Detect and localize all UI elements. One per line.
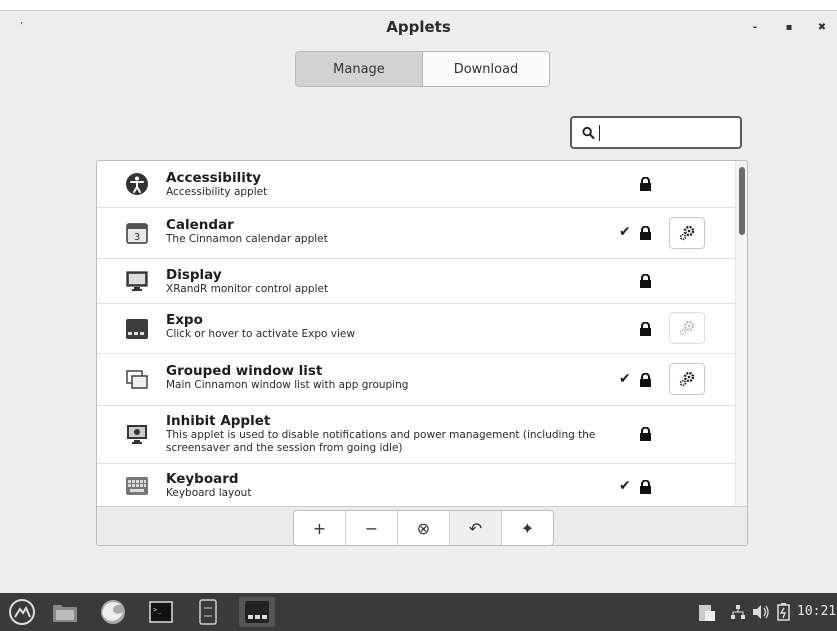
tab-manage[interactable]: Manage — [296, 52, 423, 86]
firefox-icon — [101, 600, 125, 624]
gear-icon — [679, 225, 695, 241]
applet-description: Click or hover to activate Expo view — [166, 328, 355, 340]
applet-title: Inhibit Applet — [166, 413, 271, 429]
gear-icon — [679, 320, 695, 336]
svg-text:3: 3 — [134, 232, 140, 243]
applets-window-icon — [245, 601, 269, 623]
more-button[interactable]: ✦ — [502, 511, 553, 545]
text-editor-launcher[interactable] — [193, 597, 223, 627]
applet-title: Display — [166, 267, 222, 283]
search-icon — [582, 126, 595, 139]
lock-icon — [640, 480, 651, 494]
scrollbar-thumb[interactable] — [739, 167, 745, 235]
remove-button[interactable]: − — [346, 511, 398, 545]
check-icon: ✔ — [619, 371, 631, 387]
check-icon: ✔ — [619, 224, 631, 240]
accessibility-icon — [126, 173, 148, 195]
applet-title: Expo — [166, 312, 203, 328]
clock[interactable]: 10:21 — [797, 604, 836, 619]
list-item[interactable]: Accessibility Accessibility applet — [97, 161, 735, 208]
configure-button[interactable] — [669, 217, 705, 249]
clipboard-tray[interactable] — [698, 603, 716, 621]
taskbar: >_ 10:21 — [0, 593, 837, 631]
files-launcher[interactable] — [50, 597, 80, 627]
applet-title: Accessibility — [166, 170, 262, 186]
title-bar: ’ Applets - ▪ ✖ — [0, 11, 837, 47]
applet-description: XRandR monitor control applet — [166, 283, 329, 295]
list-item[interactable]: Keyboard Keyboard layout ✔ — [97, 464, 735, 506]
files-icon — [53, 605, 77, 622]
maximize-button[interactable]: ▪ — [781, 20, 797, 36]
text-editor-icon — [199, 599, 217, 625]
calendar-icon: 3 — [126, 223, 148, 244]
applet-description: Keyboard layout — [166, 487, 252, 499]
lock-icon — [640, 322, 651, 336]
text-cursor — [599, 124, 600, 141]
battery-tray[interactable] — [777, 603, 791, 621]
svg-text:>_: >_ — [153, 606, 162, 614]
add-button[interactable]: + — [294, 511, 346, 545]
applet-title: Calendar — [166, 217, 234, 233]
clipboard-icon — [699, 605, 715, 621]
applet-description: This applet is used to disable notificat… — [166, 429, 596, 454]
display-icon — [126, 271, 148, 291]
applet-description: The Cinnamon calendar applet — [166, 233, 328, 245]
lock-icon — [640, 226, 651, 240]
terminal-icon: >_ — [149, 601, 173, 623]
configure-button[interactable] — [669, 312, 705, 344]
applet-list: Accessibility Accessibility applet 3 Cal… — [97, 161, 735, 506]
top-strip — [0, 0, 837, 11]
keyboard-icon — [126, 477, 148, 495]
applet-description: Accessibility applet — [166, 186, 268, 198]
lock-icon — [640, 274, 651, 288]
applet-title: Grouped window list — [166, 363, 323, 379]
list-item[interactable]: Expo Click or hover to activate Expo vie… — [97, 304, 735, 354]
list-toolbar: + − ⊗ ↶ ✦ — [293, 510, 554, 545]
applets-window-button[interactable] — [239, 597, 275, 627]
volume-icon — [753, 605, 769, 619]
list-item[interactable]: Display XRandR monitor control applet — [97, 259, 735, 304]
list-item[interactable]: Grouped window list Main Cinnamon window… — [97, 354, 735, 406]
applet-description: Main Cinnamon window list with app group… — [166, 379, 409, 391]
network-icon — [731, 605, 745, 619]
battery-icon — [777, 603, 790, 621]
lock-icon — [640, 427, 651, 441]
lock-icon — [640, 177, 651, 191]
applet-list-panel: Accessibility Accessibility applet 3 Cal… — [96, 160, 748, 546]
window-title: Applets — [386, 18, 451, 36]
tab-bar: Manage Download — [295, 51, 550, 87]
uninstall-button[interactable]: ⊗ — [398, 511, 450, 545]
inhibit-icon — [127, 425, 147, 444]
list-item[interactable]: Inhibit Applet This applet is used to di… — [97, 406, 735, 464]
close-button[interactable]: ✖ — [814, 20, 830, 36]
configure-button[interactable] — [669, 363, 705, 395]
lock-icon — [640, 373, 651, 387]
tab-download[interactable]: Download — [423, 52, 549, 86]
search-input[interactable] — [606, 123, 740, 142]
check-icon: ✔ — [619, 478, 631, 494]
list-item[interactable]: 3 Calendar The Cinnamon calendar applet … — [97, 208, 735, 259]
menu-button[interactable] — [7, 597, 37, 627]
list-toolbar-area: + − ⊗ ↶ ✦ — [97, 506, 747, 545]
network-tray[interactable] — [730, 603, 746, 621]
applet-title: Keyboard — [166, 471, 239, 487]
gear-icon — [679, 371, 695, 387]
expo-icon — [126, 319, 148, 339]
volume-tray[interactable] — [752, 603, 770, 621]
terminal-launcher[interactable]: >_ — [146, 597, 176, 627]
firefox-launcher[interactable] — [98, 597, 128, 627]
menu-icon — [9, 599, 35, 625]
search-box[interactable] — [570, 116, 742, 149]
minimize-button[interactable]: - — [747, 20, 763, 36]
vertical-scrollbar[interactable] — [735, 161, 747, 506]
restore-button[interactable]: ↶ — [450, 511, 502, 545]
window-list-icon — [126, 370, 148, 389]
